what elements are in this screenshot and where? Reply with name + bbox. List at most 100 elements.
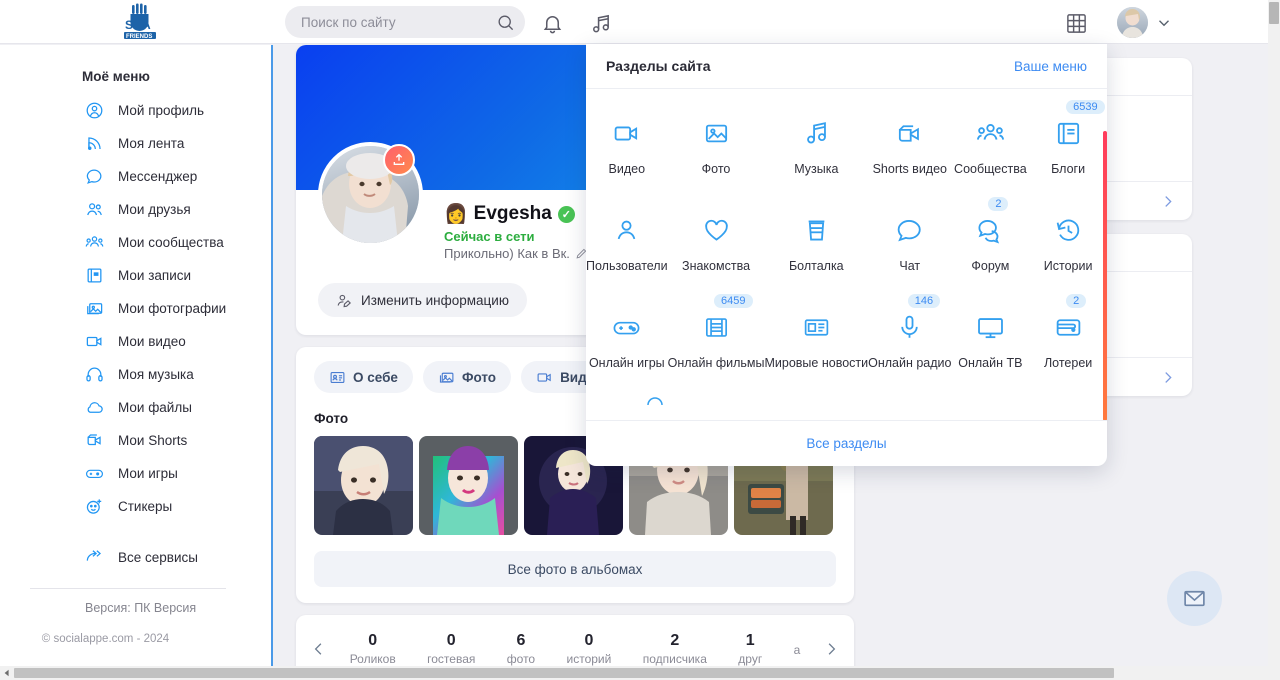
panel-item-online-radio[interactable]: 146 Онлайн радио xyxy=(868,294,951,392)
chevron-down-icon[interactable] xyxy=(1155,14,1173,32)
panel-item-stories[interactable]: Истории xyxy=(1029,198,1107,295)
sidebar-item-my-photos[interactable]: Мои фотографии xyxy=(0,292,271,325)
stat-label: гостевая xyxy=(427,652,476,666)
panel-item-label: Shorts видео xyxy=(872,162,947,176)
panel-item-online-movies[interactable]: 6459 Онлайн фильмы xyxy=(668,294,764,392)
arrows-icon xyxy=(85,548,104,567)
stat-item[interactable]: а xyxy=(794,641,801,657)
panel-item-label: Сообщества xyxy=(954,162,1027,176)
stat-label: подписчика xyxy=(642,652,707,666)
svg-text:S: S xyxy=(125,18,133,32)
rss-icon xyxy=(85,134,104,153)
sidebar-item-my-posts[interactable]: Мои записи xyxy=(0,259,271,292)
search-bar[interactable] xyxy=(285,6,525,38)
sidebar-item-label: Мои файлы xyxy=(118,400,192,415)
sticker-icon xyxy=(85,497,104,516)
horizontal-scrollbar-thumb[interactable] xyxy=(14,668,1114,678)
music-icon[interactable] xyxy=(588,11,612,35)
sidebar-item-my-games[interactable]: Мои игры xyxy=(0,457,271,490)
messages-fab-button[interactable] xyxy=(1167,571,1222,626)
wallet-icon xyxy=(1054,313,1083,342)
sidebar-item-all-services[interactable]: Все сервисы xyxy=(0,541,271,574)
panel-item-photo[interactable]: Фото xyxy=(668,101,765,198)
panel-item-online-tv[interactable]: Онлайн ТВ xyxy=(951,295,1029,392)
sidebar-item-my-files[interactable]: Мои файлы xyxy=(0,391,271,424)
sidebar-item-my-shorts[interactable]: Мои Shorts xyxy=(0,424,271,457)
sidebar-item-stickers[interactable]: Стикеры xyxy=(0,490,271,523)
upload-avatar-icon[interactable] xyxy=(383,144,415,176)
panel-item-music[interactable]: Музыка xyxy=(764,101,868,198)
sidebar-item-my-music[interactable]: Моя музыка xyxy=(0,358,271,391)
sidebar-item-my-profile[interactable]: Мой профиль xyxy=(0,94,271,127)
bell-icon[interactable] xyxy=(540,11,564,35)
sidebar-item-my-feed[interactable]: Моя лента xyxy=(0,127,271,160)
grid-icon[interactable] xyxy=(1064,11,1088,35)
panel-item-communities[interactable]: Сообщества xyxy=(951,101,1029,198)
panel-item-users[interactable]: Пользователи xyxy=(586,198,668,295)
photos-icon xyxy=(438,369,455,386)
stat-item[interactable]: 0 гостевая xyxy=(427,632,475,666)
stat-item[interactable]: 0 Роликов xyxy=(350,632,396,666)
sidebar-item-my-videos[interactable]: Мои видео xyxy=(0,325,271,358)
chevron-right-icon[interactable] xyxy=(1159,369,1176,386)
panel-item-online-games[interactable]: Онлайн игры xyxy=(586,295,668,392)
panel-item-chat[interactable]: Чат xyxy=(868,198,951,295)
panel-title: Разделы сайта xyxy=(606,58,711,74)
panel-item-forum[interactable]: 2 Форум xyxy=(951,197,1029,295)
stat-label: историй xyxy=(566,652,612,666)
panel-item-chatter[interactable]: Болталка xyxy=(764,198,868,295)
sidebar-item-messenger[interactable]: Мессенджер xyxy=(0,160,271,193)
panel-item-shorts[interactable]: Shorts видео xyxy=(868,101,951,198)
site-logo[interactable]: S A FRIENDS xyxy=(118,3,160,41)
tab-about[interactable]: О себе xyxy=(314,361,413,393)
scroll-left-arrow-icon[interactable] xyxy=(1,668,13,678)
search-input[interactable] xyxy=(301,14,496,30)
sections-dropdown-panel: Разделы сайта Ваше меню Видео Фото Музык… xyxy=(586,44,1107,466)
horizontal-scrollbar[interactable] xyxy=(0,666,1268,680)
stat-value: 0 xyxy=(368,632,378,649)
stat-item[interactable]: 2 подписчика xyxy=(643,632,707,666)
vertical-scrollbar-thumb[interactable] xyxy=(1269,2,1279,24)
all-sections-link[interactable]: Все разделы xyxy=(806,436,886,451)
stat-item[interactable]: 1 друг xyxy=(738,632,762,666)
stat-item[interactable]: 6 фото xyxy=(507,632,535,666)
sidebar-item-my-friends[interactable]: Мои друзья xyxy=(0,193,271,226)
cloud-icon xyxy=(85,398,104,417)
envelope-icon xyxy=(1184,590,1205,607)
tab-photos[interactable]: Фото xyxy=(422,361,512,393)
top-header: S A FRIENDS xyxy=(0,0,1268,44)
video-icon xyxy=(85,332,104,351)
sidebar-item-label: Мои записи xyxy=(118,268,192,283)
profile-stats: 0 Роликов 0 гостевая 6 фото 0 историй 2 xyxy=(334,632,816,666)
panel-item-label: Онлайн ТВ xyxy=(958,356,1023,370)
sidebar-item-label: Мои друзья xyxy=(118,202,191,217)
stats-next-button[interactable] xyxy=(816,640,846,658)
panel-item-dating[interactable]: Знакомства xyxy=(668,198,765,295)
panel-item-lotteries[interactable]: 2 Лотереи xyxy=(1029,294,1107,392)
panel-item-world-news[interactable]: Мировые новости xyxy=(764,295,868,392)
headphones-icon xyxy=(85,365,104,384)
panel-item-label: Видео xyxy=(608,162,646,176)
vertical-scrollbar[interactable] xyxy=(1268,0,1280,680)
stat-value: 6 xyxy=(516,632,526,649)
chevron-right-icon[interactable] xyxy=(1159,193,1176,210)
panel-scrollbar[interactable] xyxy=(1103,131,1107,420)
search-icon[interactable] xyxy=(496,13,515,32)
edit-info-button[interactable]: Изменить информацию xyxy=(318,283,527,317)
panel-item-label: Музыка xyxy=(794,162,839,176)
stat-value: 0 xyxy=(446,632,456,649)
your-menu-link[interactable]: Ваше меню xyxy=(1014,59,1087,74)
avatar[interactable] xyxy=(1117,7,1148,38)
panel-item-video[interactable]: Видео xyxy=(586,101,668,198)
badge-count: 6459 xyxy=(714,294,753,308)
list-item[interactable] xyxy=(419,436,518,535)
gamepad-icon xyxy=(85,464,104,483)
all-photos-button[interactable]: Все фото в альбомах xyxy=(314,551,836,587)
sidebar-item-my-communities[interactable]: Мои сообщества xyxy=(0,226,271,259)
panel-item-blogs[interactable]: 6539 Блоги xyxy=(1029,100,1107,198)
profile-emoji: 👩 xyxy=(444,204,468,225)
stats-prev-button[interactable] xyxy=(304,640,334,658)
status-badge: ✓ xyxy=(557,205,575,223)
stat-item[interactable]: 0 историй xyxy=(567,632,612,666)
list-item[interactable] xyxy=(314,436,413,535)
